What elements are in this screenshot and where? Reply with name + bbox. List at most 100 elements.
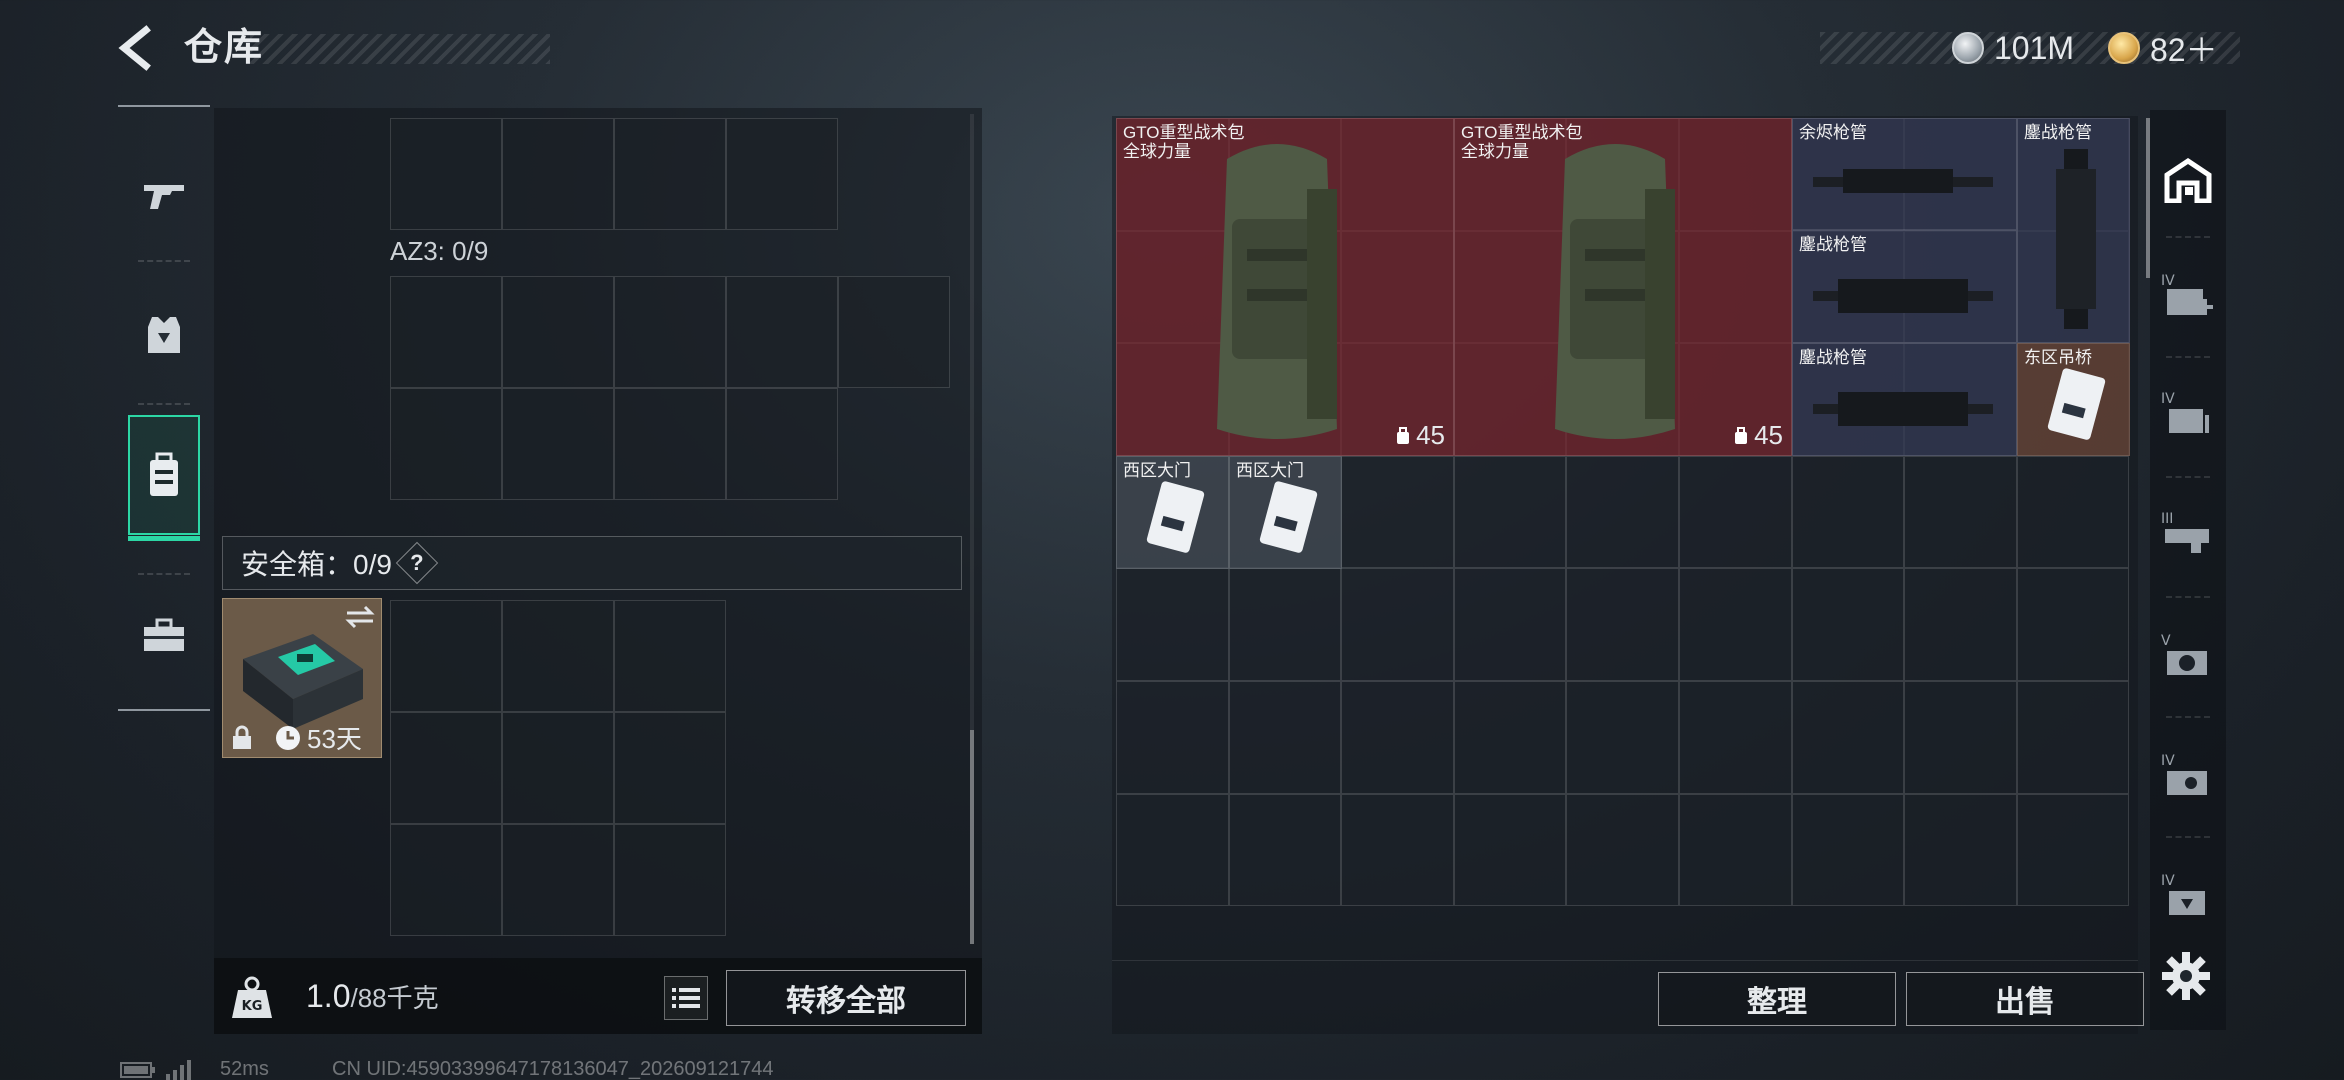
stash-grid-cell[interactable] — [1678, 793, 1792, 907]
stash-grid-cell[interactable] — [1566, 568, 1679, 681]
grid-cell[interactable] — [614, 712, 726, 824]
grid-cell[interactable] — [502, 824, 614, 936]
svg-text:IV: IV — [2161, 753, 2175, 769]
stash-grid-cell[interactable] — [1228, 680, 1342, 794]
list-view-button[interactable] — [664, 976, 708, 1020]
stash-grid-cell[interactable] — [2016, 568, 2130, 681]
grid-cell[interactable] — [614, 276, 726, 388]
stash-grid-cell[interactable] — [1678, 680, 1792, 794]
toolbox-icon — [144, 618, 184, 651]
grid-cell[interactable] — [502, 276, 614, 388]
ping-readout: 52ms — [220, 1058, 269, 1080]
stash-grid-cell[interactable] — [1341, 568, 1454, 681]
grid-cell[interactable] — [502, 712, 614, 824]
stash-grid-cell[interactable] — [1228, 793, 1342, 907]
stash-grid-cell[interactable] — [1116, 680, 1229, 794]
nav-weapon[interactable] — [128, 135, 200, 255]
stash-grid-cell[interactable] — [1904, 680, 2017, 794]
grid-cell[interactable] — [390, 276, 502, 388]
stash-grid-cell[interactable] — [1791, 680, 1905, 794]
grid-cell[interactable] — [502, 388, 614, 500]
stash-tab-container[interactable]: IV — [2158, 384, 2218, 444]
stash-tab-camera[interactable]: V — [2158, 626, 2218, 686]
medical-icon: IV — [2161, 273, 2213, 315]
grid-cell[interactable] — [726, 118, 838, 230]
grid-cell[interactable] — [390, 712, 502, 824]
left-scrollbar-thumb[interactable] — [970, 730, 974, 944]
stash-grid-cell[interactable] — [1453, 793, 1567, 907]
grid-cell[interactable] — [502, 600, 614, 712]
camera-icon: V — [2161, 633, 2207, 675]
stash-grid-cell[interactable] — [1228, 568, 1342, 681]
stash-tab-vest[interactable]: IV — [2158, 866, 2218, 926]
stash-grid-cell[interactable] — [1904, 568, 2017, 681]
stash-item-key-card[interactable]: 东区吊桥 — [2017, 343, 2130, 456]
stash-grid-cell[interactable] — [2016, 455, 2130, 569]
container-icon: IV — [2161, 391, 2209, 433]
stash-grid-cell[interactable] — [1566, 455, 1679, 569]
grid-cell[interactable] — [614, 600, 726, 712]
stash-item-barrel[interactable]: 余烬枪管 — [1792, 118, 2017, 230]
settings-button[interactable] — [2158, 948, 2214, 1004]
svg-text:IV: IV — [2161, 391, 2175, 407]
grid-cell[interactable] — [614, 824, 726, 936]
stash-grid-cell[interactable] — [1341, 680, 1454, 794]
grid-cell[interactable] — [390, 388, 502, 500]
stash-grid-cell[interactable] — [1453, 455, 1567, 569]
gold-amount: 82＋ — [2150, 32, 2218, 68]
stash-tab-medical[interactable]: IV — [2158, 266, 2218, 326]
stash-grid-cell[interactable] — [1341, 455, 1454, 569]
gear-icon — [2162, 952, 2210, 1000]
stash-grid-cell[interactable] — [2016, 680, 2130, 794]
sell-button[interactable]: 出售 — [1906, 972, 2144, 1026]
grid-cell[interactable] — [614, 388, 726, 500]
stash-grid-cell[interactable] — [1904, 793, 2017, 907]
stash-grid-cell[interactable] — [1116, 793, 1229, 907]
gear-case-icon: IV — [2161, 753, 2207, 795]
stash-item-handguard[interactable]: 鏖战枪管 — [2017, 118, 2130, 343]
stash-item-backpack-2[interactable]: GTO重型战术包 全球力量 45 — [1454, 118, 1792, 456]
grid-cell[interactable] — [390, 824, 502, 936]
grid-cell[interactable] — [390, 600, 502, 712]
stash-grid-cell[interactable] — [1678, 568, 1792, 681]
stash-grid-cell[interactable] — [1453, 680, 1567, 794]
nav-vest[interactable] — [128, 275, 200, 395]
stash-tab-home[interactable] — [2158, 150, 2218, 210]
stash-grid-cell[interactable] — [1791, 455, 1905, 569]
safe-box-item[interactable]: 53天 — [222, 598, 382, 758]
stash-grid-cell[interactable] — [1904, 455, 2017, 569]
grid-cell[interactable] — [726, 276, 838, 388]
stash-item-barrel[interactable]: 鏖战枪管 — [1792, 230, 2017, 343]
stash-item-key-card[interactable]: 西区大门 — [1229, 456, 1342, 569]
stash-grid-cell[interactable] — [1566, 793, 1679, 907]
nav-toolbox[interactable] — [128, 575, 200, 695]
capacity-icon — [1397, 426, 1410, 444]
nav-backpack[interactable] — [128, 415, 200, 541]
stash-grid-cell[interactable] — [1453, 568, 1567, 681]
grid-cell[interactable] — [614, 118, 726, 230]
transfer-all-button[interactable]: 转移全部 — [726, 970, 966, 1026]
stash-tab-ammo[interactable]: III — [2158, 504, 2218, 564]
stash-grid-cell[interactable] — [1566, 680, 1679, 794]
title-decoration — [250, 34, 550, 64]
stash-grid-cell[interactable] — [1791, 568, 1905, 681]
stash-grid-cell[interactable] — [1791, 793, 1905, 907]
stash-grid-cell[interactable] — [1341, 793, 1454, 907]
stash-grid-cell[interactable] — [1678, 455, 1792, 569]
stash-tab-gear[interactable]: IV — [2158, 746, 2218, 806]
stash-item-barrel[interactable]: 鏖战枪管 — [1792, 343, 2017, 456]
page-title: 仓库 — [184, 27, 265, 69]
grid-cell[interactable] — [390, 118, 502, 230]
stash-item-backpack-1[interactable]: GTO重型战术包 全球力量 45 — [1116, 118, 1454, 456]
vest-icon — [148, 317, 180, 353]
stash-item-key-card[interactable]: 西区大门 — [1116, 456, 1229, 569]
grid-cell[interactable] — [726, 388, 838, 500]
stash-grid-cell[interactable] — [1116, 568, 1229, 681]
grid-cell[interactable] — [838, 276, 950, 388]
help-button[interactable]: ? — [395, 541, 439, 585]
svg-text:KG: KG — [242, 999, 263, 1014]
grid-cell[interactable] — [502, 118, 614, 230]
back-button[interactable] — [112, 22, 162, 74]
sort-button[interactable]: 整理 — [1658, 972, 1896, 1026]
stash-grid-cell[interactable] — [2016, 793, 2130, 907]
